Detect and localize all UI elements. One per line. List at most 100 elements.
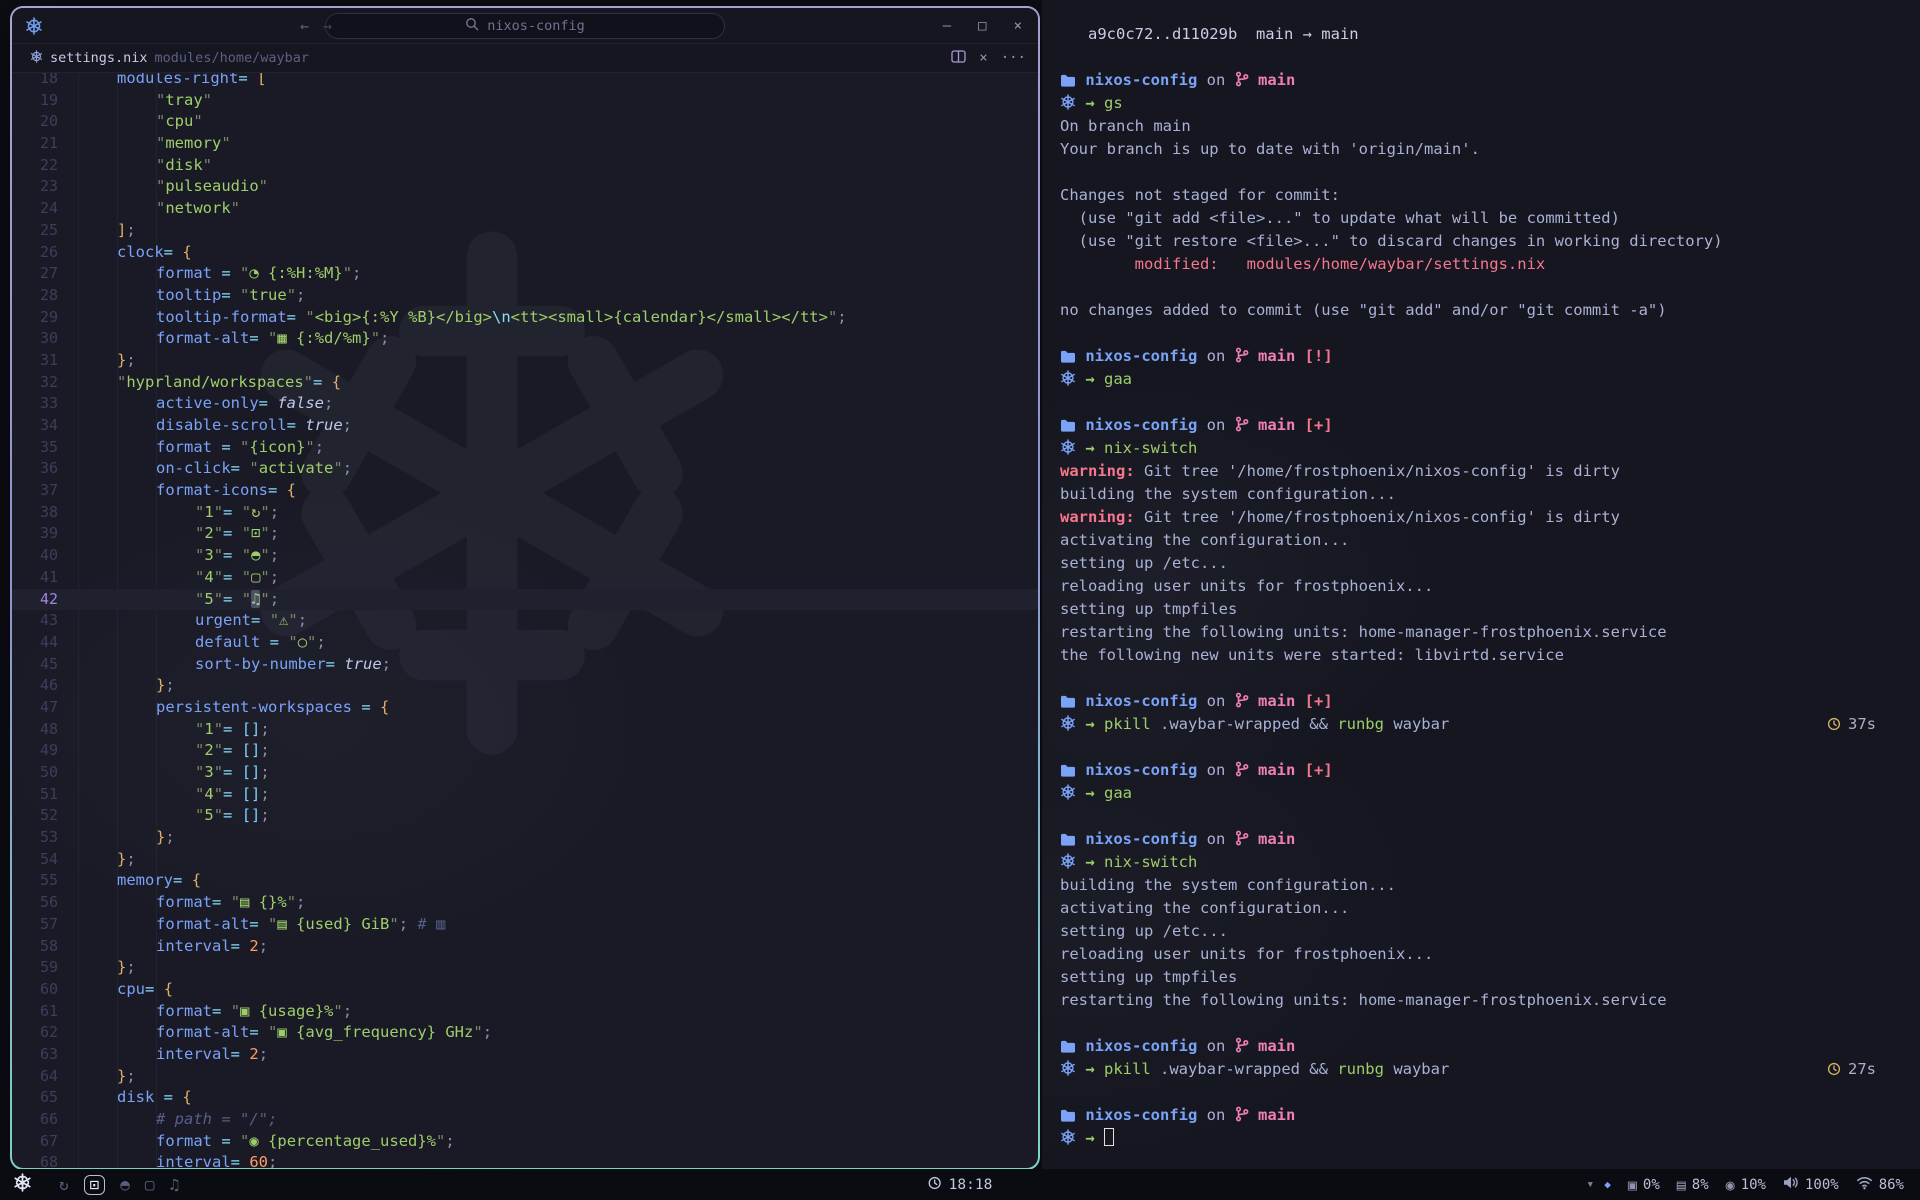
project-search[interactable]: nixos-config: [325, 13, 725, 39]
terminal-line: nixos-config on main: [1060, 1035, 1920, 1058]
split-pane-icon[interactable]: [951, 50, 966, 67]
code-line-31[interactable]: 31};: [12, 350, 1038, 372]
line-content: "pulseaudio": [58, 176, 1038, 198]
tray-item-1[interactable]: ▾: [1586, 1177, 1594, 1192]
tab-close-icon[interactable]: ×: [979, 50, 987, 66]
line-content: "hyprland/workspaces"= {: [58, 372, 1038, 394]
forward-button[interactable]: →: [323, 17, 332, 35]
code-line-26[interactable]: 26clock= {: [12, 242, 1038, 264]
code-line-58[interactable]: 58interval= 2;: [12, 936, 1038, 958]
line-content: "4"= [];: [58, 784, 1038, 806]
code-line-29[interactable]: 29tooltip-format= "<big>{:%Y %B}</big>\n…: [12, 307, 1038, 329]
code-line-68[interactable]: 68interval= 60;: [12, 1152, 1038, 1168]
code-line-54[interactable]: 54};: [12, 849, 1038, 871]
code-line-21[interactable]: 21"memory": [12, 133, 1038, 155]
code-line-18[interactable]: 18modules-right= [: [12, 73, 1038, 90]
code-line-55[interactable]: 55memory= {: [12, 870, 1038, 892]
code-line-37[interactable]: 37format-icons= {: [12, 480, 1038, 502]
code-line-25[interactable]: 25];: [12, 220, 1038, 242]
code-line-34[interactable]: 34disable-scroll= true;: [12, 415, 1038, 437]
close-button[interactable]: ×: [1014, 18, 1022, 34]
terminal-line: nixos-config on main [+]: [1060, 759, 1920, 782]
clock-module[interactable]: 18:18: [928, 1176, 993, 1194]
code-line-27[interactable]: 27format = "◔ {:%H:%M}";: [12, 263, 1038, 285]
code-line-65[interactable]: 65disk = {: [12, 1087, 1038, 1109]
workspace-2-terminal-icon[interactable]: ⊡: [84, 1175, 106, 1195]
tray-item-2[interactable]: ◆: [1604, 1178, 1611, 1191]
code-line-40[interactable]: 40"3"= "◓";: [12, 545, 1038, 567]
tab-settings-nix[interactable]: settings.nix modules/home/waybar: [24, 44, 315, 72]
code-line-44[interactable]: 44default = "○";: [12, 632, 1038, 654]
code-line-66[interactable]: 66# path = "/";: [12, 1109, 1038, 1131]
code-line-59[interactable]: 59};: [12, 957, 1038, 979]
line-content: active-only= false;: [58, 393, 1038, 415]
code-line-67[interactable]: 67format = "◉ {percentage_used}%";: [12, 1131, 1038, 1153]
code-editor[interactable]: 18modules-right= [19"tray"20"cpu"21"memo…: [12, 73, 1038, 1168]
code-line-48[interactable]: 48"1"= [];: [12, 719, 1038, 741]
minimize-button[interactable]: –: [943, 18, 951, 34]
maximize-button[interactable]: □: [978, 18, 986, 34]
workspace-4-notes-icon[interactable]: ▢: [145, 1177, 155, 1193]
workspace-1-firefox-icon[interactable]: ↻: [59, 1177, 69, 1193]
code-line-33[interactable]: 33active-only= false;: [12, 393, 1038, 415]
workspace-3-discord-icon[interactable]: ◓: [120, 1177, 130, 1193]
code-line-28[interactable]: 28tooltip= "true";: [12, 285, 1038, 307]
line-number: 57: [12, 914, 58, 936]
system-tray: ▾◆: [1586, 1177, 1610, 1192]
code-line-35[interactable]: 35format = "{icon}";: [12, 437, 1038, 459]
terminal-line: (use "git add <file>..." to update what …: [1060, 207, 1920, 230]
terminal-line: → pkill .waybar-wrapped && runbg waybar2…: [1060, 1058, 1920, 1081]
terminal-line: → gs: [1060, 92, 1920, 115]
code-line-49[interactable]: 49"2"= [];: [12, 740, 1038, 762]
code-line-45[interactable]: 45sort-by-number= true;: [12, 654, 1038, 676]
code-line-24[interactable]: 24"network": [12, 198, 1038, 220]
workspace-5-music-icon[interactable]: ♫: [170, 1177, 180, 1193]
code-line-50[interactable]: 50"3"= [];: [12, 762, 1038, 784]
prompt-arrow-icon: →: [1076, 1060, 1104, 1078]
code-line-51[interactable]: 51"4"= [];: [12, 784, 1038, 806]
code-line-53[interactable]: 53};: [12, 827, 1038, 849]
pulseaudio-module[interactable]: 100%: [1783, 1176, 1839, 1193]
network-module[interactable]: 86%: [1856, 1175, 1904, 1194]
code-line-60[interactable]: 60cpu= {: [12, 979, 1038, 1001]
line-content: };: [58, 957, 1038, 979]
code-line-62[interactable]: 62format-alt= "▣ {avg_frequency} GHz";: [12, 1022, 1038, 1044]
code-line-41[interactable]: 41"4"= "▢";: [12, 567, 1038, 589]
code-line-52[interactable]: 52"5"= [];: [12, 805, 1038, 827]
code-line-36[interactable]: 36on-click= "activate";: [12, 458, 1038, 480]
code-line-19[interactable]: 19"tray": [12, 90, 1038, 112]
code-line-22[interactable]: 22"disk": [12, 155, 1038, 177]
code-line-46[interactable]: 46};: [12, 675, 1038, 697]
code-line-61[interactable]: 61format= "▣ {usage}%";: [12, 1001, 1038, 1023]
code-line-56[interactable]: 56format= "▤ {}%";: [12, 892, 1038, 914]
terminal-window[interactable]: a9c0c72..d11029b main → main nixos-confi…: [1042, 0, 1920, 1169]
code-line-38[interactable]: 38"1"= "↻";: [12, 502, 1038, 524]
more-menu-icon[interactable]: ···: [1001, 50, 1026, 66]
code-line-47[interactable]: 47persistent-workspaces = {: [12, 697, 1038, 719]
code-line-64[interactable]: 64};: [12, 1066, 1038, 1088]
cpu-module[interactable]: ▣0%: [1628, 1176, 1660, 1194]
waybar: ↻⊡◓▢♫ 18:18 ▾◆▣0%▤8%◉10%100%86%: [0, 1169, 1920, 1200]
line-content: on-click= "activate";: [58, 458, 1038, 480]
launcher-nix-icon[interactable]: [13, 1173, 32, 1196]
terminal-line: setting up /etc...: [1060, 920, 1920, 943]
terminal-cursor[interactable]: [1104, 1128, 1114, 1146]
code-line-20[interactable]: 20"cpu": [12, 111, 1038, 133]
code-line-30[interactable]: 30format-alt= "▦ {:%d/%m}";: [12, 328, 1038, 350]
code-line-39[interactable]: 39"2"= "⊡";: [12, 523, 1038, 545]
code-line-23[interactable]: 23"pulseaudio": [12, 176, 1038, 198]
disk-module[interactable]: ◉10%: [1726, 1176, 1766, 1194]
line-number: 64: [12, 1066, 58, 1088]
back-button[interactable]: ←: [300, 17, 309, 35]
line-content: format-icons= {: [58, 480, 1038, 502]
terminal-line: the following new units were started: li…: [1060, 644, 1920, 667]
line-number: 36: [12, 458, 58, 480]
code-line-43[interactable]: 43urgent= "⚠";: [12, 610, 1038, 632]
code-line-42[interactable]: 42"5"= "♫";: [12, 589, 1038, 611]
memory-module[interactable]: ▤8%: [1677, 1176, 1709, 1194]
code-line-57[interactable]: 57format-alt= "▤ {used} GiB"; # ▥: [12, 914, 1038, 936]
code-line-63[interactable]: 63interval= 2;: [12, 1044, 1038, 1066]
prompt-arrow-icon: →: [1076, 439, 1104, 457]
line-number: 25: [12, 220, 58, 242]
code-line-32[interactable]: 32"hyprland/workspaces"= {: [12, 372, 1038, 394]
